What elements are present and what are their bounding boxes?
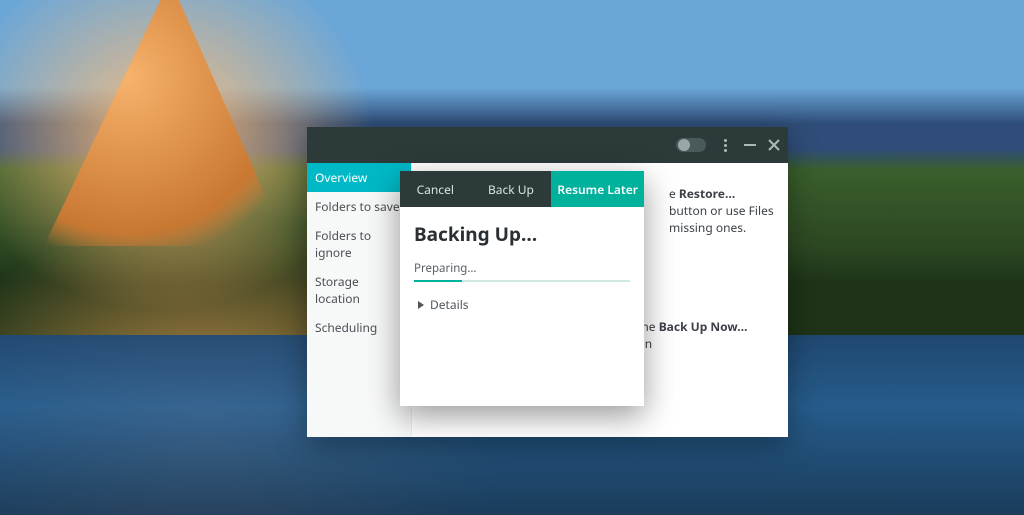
details-label: Details bbox=[430, 296, 469, 313]
window-titlebar bbox=[307, 127, 788, 163]
sidebar-item-scheduling[interactable]: Scheduling bbox=[307, 313, 411, 342]
overview-hint-restore: e Restore… button or use Files missing o… bbox=[669, 185, 774, 236]
backup-progress-bar bbox=[414, 280, 630, 282]
settings-sidebar: Overview Folders to save Folders to igno… bbox=[307, 163, 412, 437]
sidebar-item-storage-location[interactable]: Storage location bbox=[307, 267, 411, 313]
backup-status-text: Preparing… bbox=[414, 261, 630, 276]
dialog-titlebar: Cancel Back Up Resume Later bbox=[400, 171, 644, 207]
backup-progress-fill bbox=[414, 280, 462, 282]
sidebar-item-overview[interactable]: Overview bbox=[307, 163, 411, 192]
resume-later-button[interactable]: Resume Later bbox=[551, 171, 644, 207]
dialog-title: Backing Up… bbox=[414, 221, 630, 247]
close-icon[interactable] bbox=[768, 139, 780, 151]
backup-enable-toggle[interactable] bbox=[676, 138, 706, 152]
wallpaper-mountain bbox=[30, 0, 310, 260]
sidebar-item-folders-to-save[interactable]: Folders to save bbox=[307, 192, 411, 221]
sidebar-item-folders-to-ignore[interactable]: Folders to ignore bbox=[307, 221, 411, 267]
cancel-button[interactable]: Cancel bbox=[400, 171, 471, 207]
minimize-icon[interactable] bbox=[744, 144, 756, 146]
chevron-right-icon bbox=[418, 301, 424, 309]
details-expander[interactable]: Details bbox=[414, 294, 630, 315]
backup-progress-dialog: Cancel Back Up Resume Later Backing Up… … bbox=[400, 171, 644, 406]
backup-button[interactable]: Back Up bbox=[471, 171, 552, 207]
menu-kebab-icon[interactable] bbox=[718, 136, 732, 154]
